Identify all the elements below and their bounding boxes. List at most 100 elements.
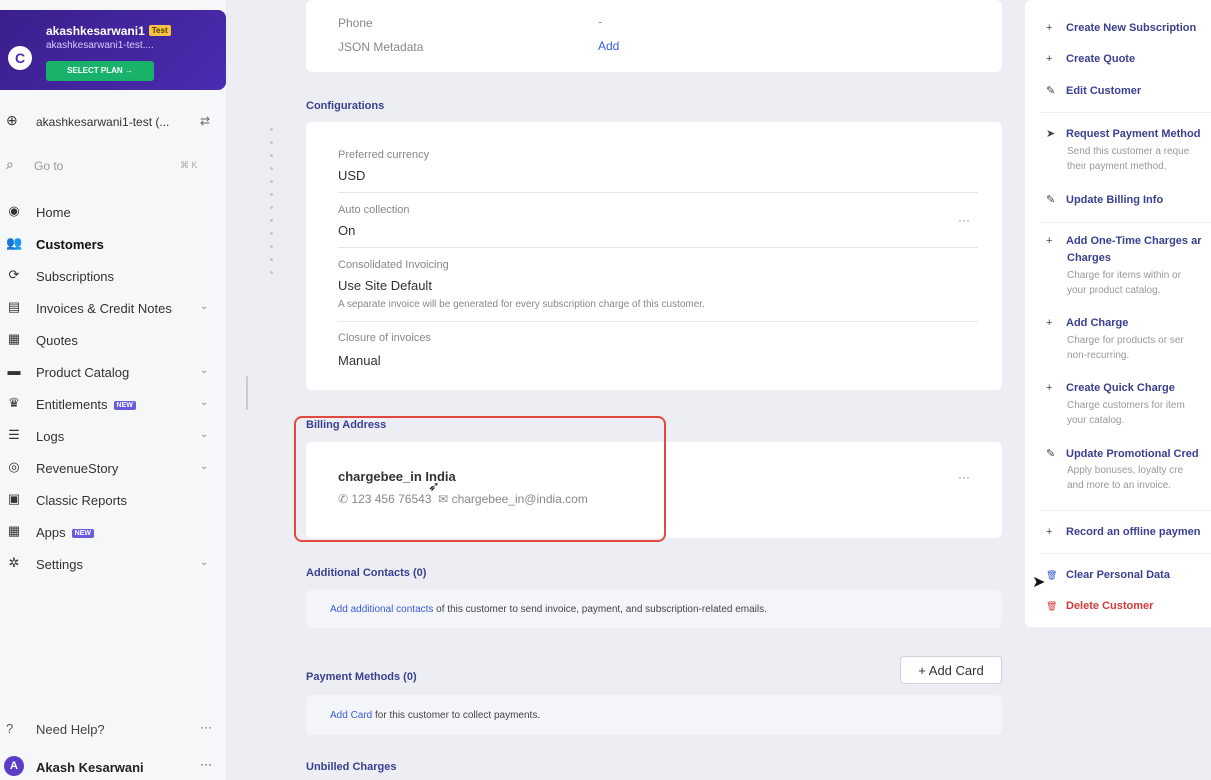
create-quick-charge-action[interactable]: + Create Quick Charge [1046,382,1175,394]
phone-label: Phone [338,16,373,30]
chevron-down-icon: ⌄ [200,365,209,376]
need-help[interactable]: ? Need Help? ··· [0,716,226,740]
clear-personal-data-action[interactable]: 🗑 Clear Personal Data [1046,569,1170,581]
customers-icon: 👥 [6,235,23,250]
chevron-down-icon: ⌄ [200,301,209,312]
desc-line: non-recurring. [1067,350,1130,361]
customer-details-card [306,0,1002,72]
drag-handle-icon[interactable] [270,128,274,308]
goto-search[interactable]: ⌕ ⌘ K [0,154,226,178]
contacts-desc: of this customer to send invoice, paymen… [433,604,767,615]
apps-icon: ▦ [7,523,21,538]
desc-line: your catalog. [1067,415,1125,426]
sidebar-item-subscriptions[interactable]: ⟳ Subscriptions [0,260,226,292]
sidebar-item-revenuestory[interactable]: ◎ RevenueStory ⌄ [0,452,226,484]
desc-line: their payment method. [1067,161,1167,172]
sidebar-item-product-catalog[interactable]: ▬ Product Catalog ⌄ [0,356,226,388]
account-name: akashkesarwani1-test (... [36,115,170,129]
sidebar-item-home[interactable]: ◉ Home [0,196,226,228]
action-label: Add One-Time Charges ar [1066,235,1202,247]
sidebar-item-settings[interactable]: ✲ Settings ⌄ [0,548,226,580]
action-label: Create Quote [1066,53,1136,65]
more-icon[interactable]: ··· [200,757,212,771]
consolidated-invoicing-note: A separate invoice will be generated for… [338,299,705,310]
configurations-more-icon[interactable]: ··· [958,213,970,227]
account-switcher[interactable]: ⊕ akashkesarwani1-test (... ⇄ [0,110,226,134]
update-billing-info-action[interactable]: ✎ Update Billing Info [1046,193,1163,206]
shortcut-hint: ⌘ K [180,160,198,170]
desc-line: Charge for products or ser [1067,335,1184,346]
sidebar-item-classic-reports[interactable]: ▣ Classic Reports [0,484,226,516]
sidebar-item-entitlements[interactable]: ♛ Entitlements NEW ⌄ [0,388,226,420]
desc-line: Charge customers for item [1067,400,1185,411]
desc-line: Send this customer a reque [1067,146,1190,157]
record-offline-payment-action[interactable]: + Record an offline paymen [1046,526,1200,538]
preferred-currency-value: USD [338,168,366,183]
sidebar-resize-handle[interactable] [246,376,248,410]
desc-line: your product catalog. [1067,285,1161,296]
sidebar-item-label: Product Catalog [36,365,130,380]
configurations-card [306,122,1002,390]
action-label: Update Billing Info [1066,194,1164,206]
catalog-icon: ▬ [7,363,21,378]
more-icon[interactable]: ··· [200,720,212,734]
additional-contacts-title: Additional Contacts (0) [306,567,427,579]
sidebar-item-invoices[interactable]: ▤ Invoices & Credit Notes ⌄ [0,292,226,324]
sidebar-item-label: Quotes [36,333,78,348]
site-card[interactable]: C akashkesarwani1 Test akashkesarwani1-te… [0,10,226,90]
additional-contacts-text: Add additional contacts of this customer… [330,604,767,615]
site-name: akashkesarwani1 Test [46,24,171,38]
highlight-annotation [294,416,666,542]
sidebar-item-quotes[interactable]: ▦ Quotes [0,324,226,356]
trash-icon: 🗑 [1046,601,1058,611]
consolidated-invoicing-value: Use Site Default [338,278,432,293]
add-card-button[interactable]: + Add Card [900,656,1002,684]
action-desc: Send this customer a reque their payment … [1067,144,1189,174]
divider [1040,222,1211,223]
plus-icon: + [1046,526,1053,538]
preferred-currency-label: Preferred currency [338,149,430,161]
closure-of-invoices-value: Manual [338,353,381,368]
crown-icon: ♛ [8,395,20,410]
request-payment-method-action[interactable]: ➤ Request Payment Method [1046,127,1200,140]
help-icon: ? [6,721,14,736]
configurations-title: Configurations [306,100,385,112]
add-card-link[interactable]: Add Card [330,710,372,721]
desc-line: and more to an invoice. [1067,480,1171,491]
action-label: Edit Customer [1066,85,1142,97]
add-contacts-link[interactable]: Add additional contacts [330,604,433,615]
home-icon: ◉ [8,203,20,218]
create-new-subscription-action[interactable]: + Create New Subscription [1046,22,1196,34]
add-charge-action[interactable]: + Add Charge [1046,317,1128,329]
update-promotional-credits-action[interactable]: ✎ Update Promotional Cred [1046,447,1199,460]
sidebar-item-logs[interactable]: ☰ Logs ⌄ [0,420,226,452]
edit-customer-action[interactable]: ✎ Edit Customer [1046,84,1141,97]
divider [338,321,978,322]
arrow-right-icon: → [124,66,133,75]
sidebar-item-apps[interactable]: ▦ Apps NEW [0,516,226,548]
select-plan-button[interactable]: SELECT PLAN → [46,61,154,81]
add-one-time-charges-action[interactable]: + Add One-Time Charges ar [1046,235,1202,247]
delete-customer-action[interactable]: 🗑 Delete Customer [1046,600,1153,612]
divider [1040,510,1211,511]
add-one-time-charges-action-line2[interactable]: Charges [1067,252,1111,264]
action-label: Update Promotional Cred [1066,448,1199,460]
auto-collection-label: Auto collection [338,204,410,216]
chargebee-logo-icon: C [8,46,32,70]
unbilled-charges-title: Unbilled Charges [306,761,397,773]
action-label: Clear Personal Data [1066,569,1170,581]
goto-input[interactable] [34,156,174,176]
subscriptions-icon: ⟳ [8,267,20,282]
entitlements-text: Entitlements [36,397,108,412]
sidebar-item-label: Classic Reports [36,493,128,508]
apps-text: Apps [36,525,66,540]
create-quote-action[interactable]: + Create Quote [1046,53,1135,65]
sidebar-item-customers[interactable]: 👥 Customers [0,228,226,260]
json-metadata-add-link[interactable]: Add [598,39,619,53]
sidebar-item-label: Entitlements NEW [36,397,136,412]
billing-more-icon[interactable]: ··· [958,470,970,484]
plus-icon: + [1046,382,1053,394]
switch-icon: ⇄ [200,114,211,128]
action-desc: Charge for products or ser non-recurring. [1067,333,1184,363]
user-menu[interactable]: A Akash Kesarwani ··· [0,755,226,779]
